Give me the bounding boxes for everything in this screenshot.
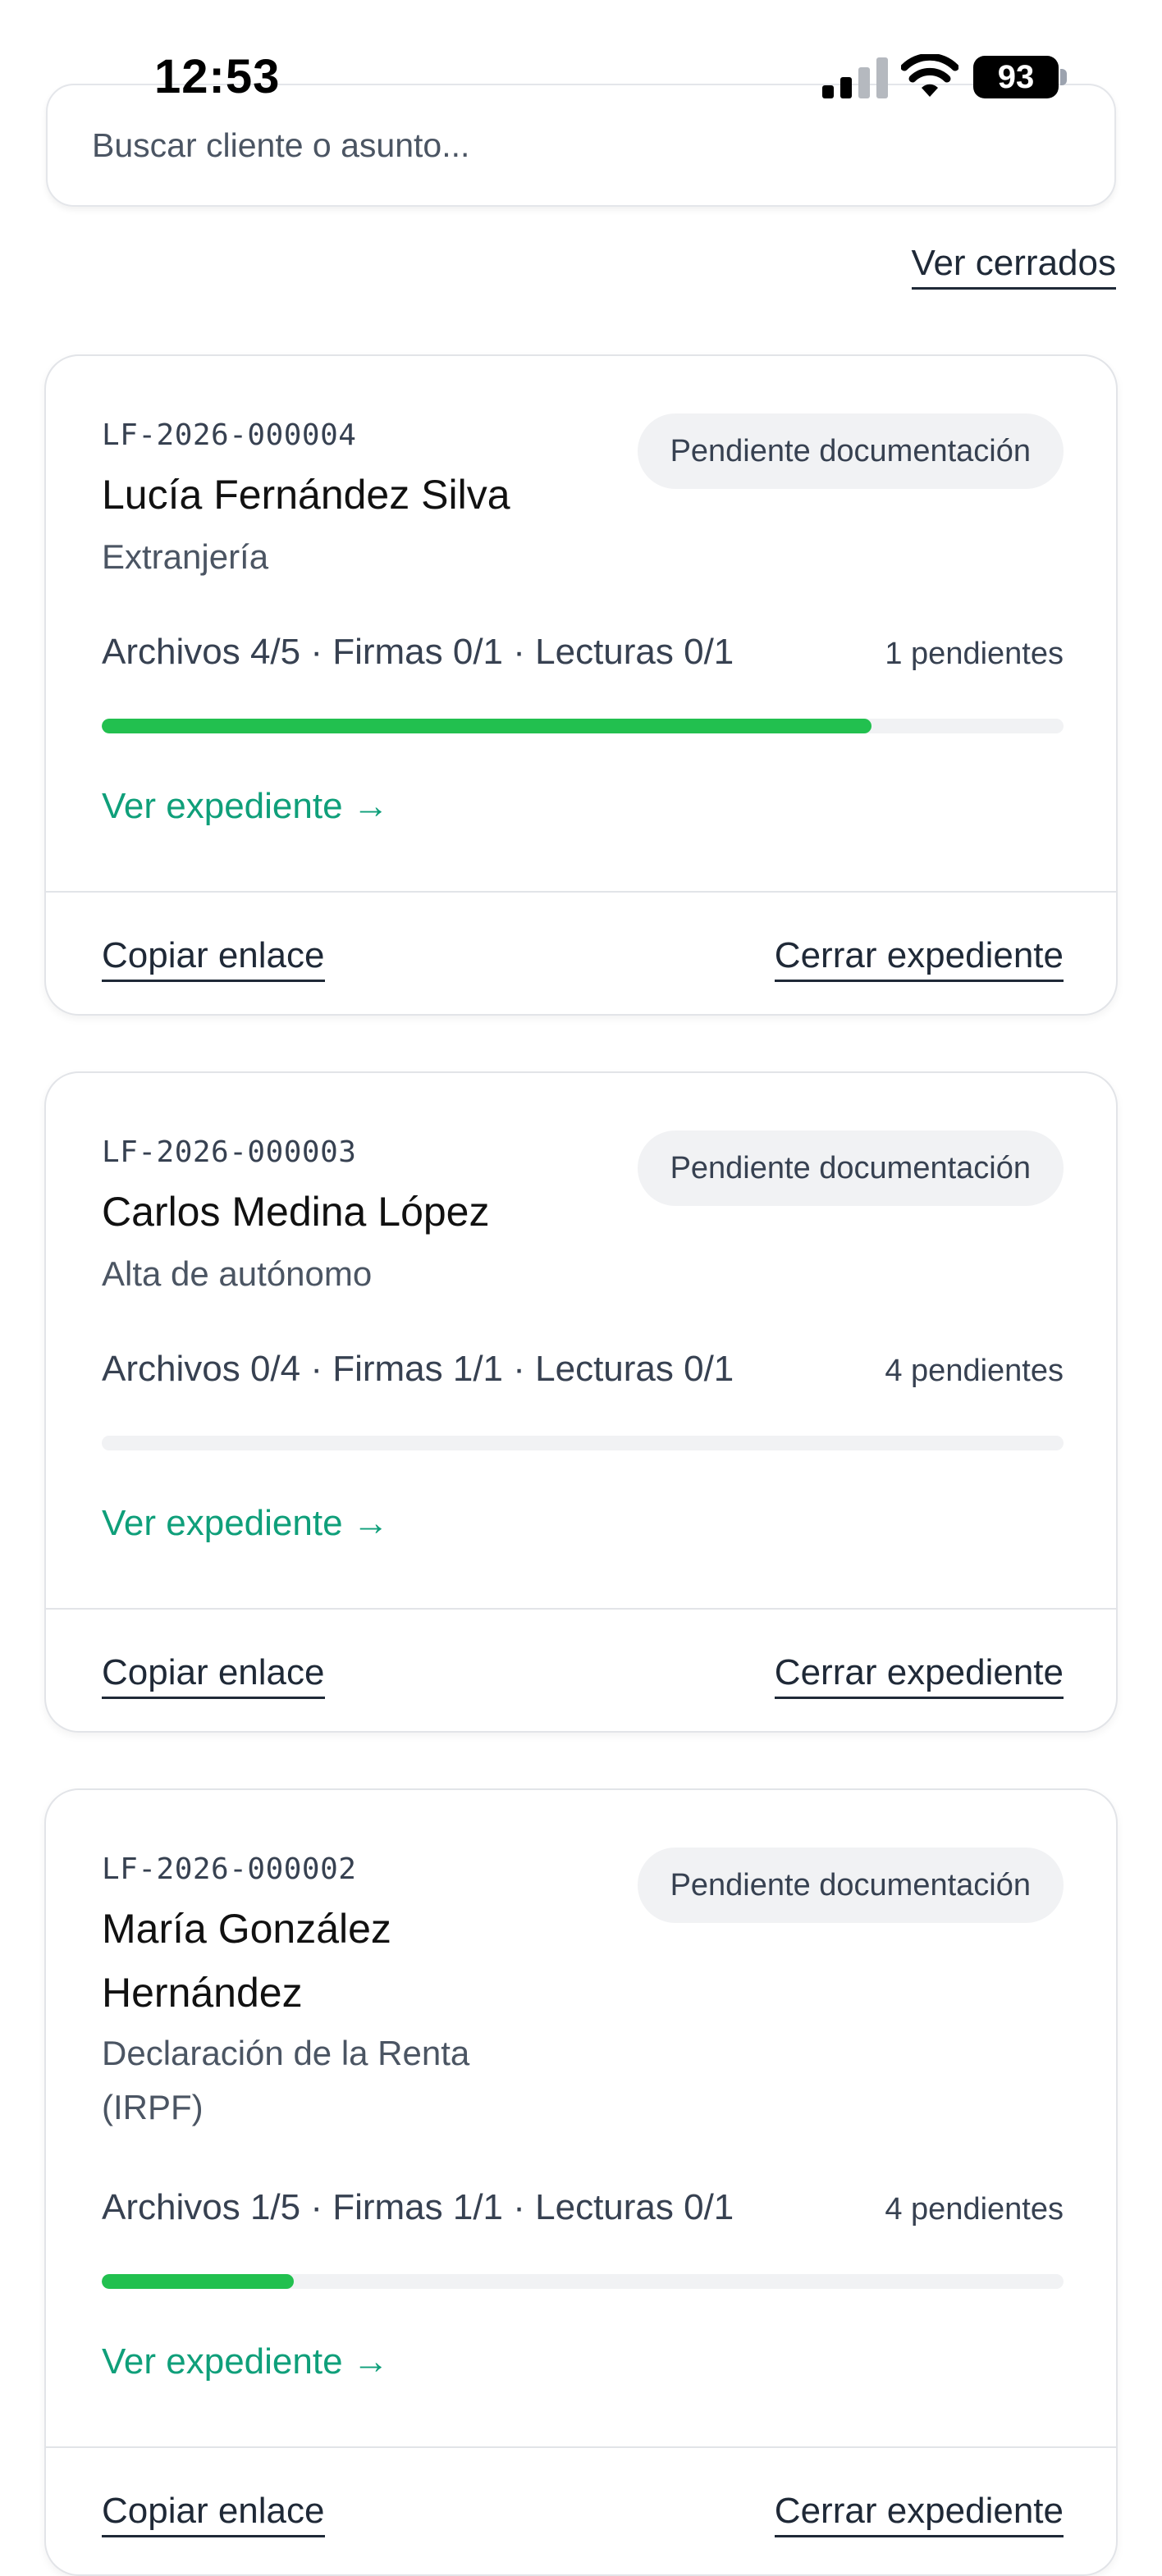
- client-name: María González Hernández: [102, 1906, 391, 2016]
- progress-bar: [102, 719, 1064, 733]
- progress-fill: [102, 719, 872, 733]
- pending-count: 1 pendientes: [885, 637, 1064, 671]
- case-card: LF-2026-000003 Carlos Medina López Alta …: [44, 1071, 1118, 1733]
- case-matter: Declaración de la Renta (IRPF): [102, 2034, 470, 2126]
- case-reference: LF-2026-000004: [102, 418, 357, 452]
- client-name: Lucía Fernández Silva: [102, 472, 510, 518]
- case-reference: LF-2026-000002: [102, 1852, 357, 1886]
- progress-bar: [102, 1436, 1064, 1450]
- client-name: Carlos Medina López: [102, 1189, 490, 1235]
- battery-tip: [1060, 69, 1067, 85]
- progress-bar: [102, 2274, 1064, 2289]
- case-card: LF-2026-000004 Lucía Fernández Silva Ext…: [44, 354, 1118, 1016]
- close-case-button[interactable]: Cerrar expediente: [774, 1652, 1064, 1699]
- case-stats: Archivos 0/4 · Firmas 1/1 · Lecturas 0/1: [102, 1349, 734, 1389]
- pending-count: 4 pendientes: [885, 2192, 1064, 2227]
- case-stats: Archivos 1/5 · Firmas 1/1 · Lecturas 0/1: [102, 2187, 734, 2227]
- case-stats: Archivos 4/5 · Firmas 0/1 · Lecturas 0/1: [102, 632, 734, 672]
- view-closed-link[interactable]: Ver cerrados: [911, 243, 1116, 290]
- status-badge: Pendiente documentación: [637, 1130, 1064, 1206]
- case-card: LF-2026-000002 María González Hernández …: [44, 1788, 1118, 2576]
- case-reference: LF-2026-000003: [102, 1135, 357, 1169]
- close-case-button[interactable]: Cerrar expediente: [774, 2491, 1064, 2537]
- status-badge: Pendiente documentación: [637, 1848, 1064, 1923]
- view-case-link[interactable]: Ver expediente →: [102, 1503, 389, 1544]
- copy-link-button[interactable]: Copiar enlace: [102, 1652, 325, 1699]
- case-matter: Extranjería: [102, 537, 269, 576]
- card-divider: [46, 1608, 1116, 1610]
- status-time: 12:53: [154, 50, 281, 103]
- close-case-button[interactable]: Cerrar expediente: [774, 935, 1064, 982]
- view-case-link[interactable]: Ver expediente →: [102, 2341, 389, 2382]
- pending-count: 4 pendientes: [885, 1354, 1064, 1388]
- status-badge: Pendiente documentación: [637, 413, 1064, 489]
- copy-link-button[interactable]: Copiar enlace: [102, 935, 325, 982]
- view-case-link[interactable]: Ver expediente →: [102, 786, 389, 827]
- card-divider: [46, 891, 1116, 893]
- card-divider: [46, 2446, 1116, 2448]
- copy-link-button[interactable]: Copiar enlace: [102, 2491, 325, 2537]
- case-matter: Alta de autónomo: [102, 1254, 373, 1293]
- progress-fill: [102, 2274, 295, 2289]
